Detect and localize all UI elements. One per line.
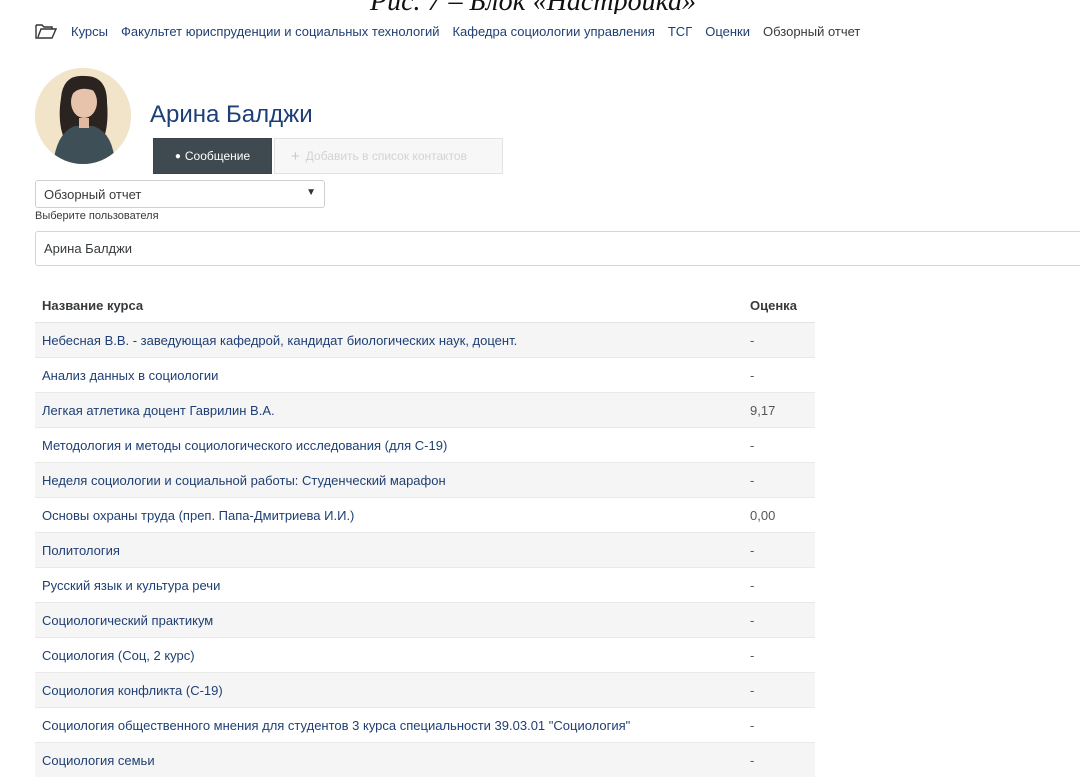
table-row: Социология семьи- (35, 743, 815, 777)
message-button[interactable]: ● Сообщение (153, 138, 272, 174)
table-header-row: Название курса Оценка (35, 288, 815, 323)
add-contact-label: Добавить в список контактов (306, 149, 467, 163)
table-row: Социология общественного мнения для студ… (35, 708, 815, 743)
grade-value: - (743, 428, 815, 463)
course-link[interactable]: Небесная В.В. - заведующая кафедрой, кан… (35, 323, 743, 358)
breadcrumb-current: Обзорный отчет (763, 24, 860, 39)
dropdown-arrow-icon: ▼ (306, 187, 316, 198)
table-row: Политология- (35, 533, 815, 568)
user-select-label: Выберите пользователя (35, 210, 159, 222)
profile-name[interactable]: Арина Балджи (150, 101, 313, 129)
course-link[interactable]: Анализ данных в социологии (35, 358, 743, 393)
table-row: Русский язык и культура речи- (35, 568, 815, 603)
grade-value: - (743, 323, 815, 358)
course-link[interactable]: Социология конфликта (С-19) (35, 673, 743, 708)
grade-value: - (743, 568, 815, 603)
avatar-photo (35, 68, 131, 164)
figure-caption: Рис. 7 – Блок «Настройка» (0, 0, 1080, 14)
grade-value: - (743, 358, 815, 393)
breadcrumb-item-grades[interactable]: Оценки (705, 24, 750, 39)
grade-value: 9,17 (743, 393, 815, 428)
course-link[interactable]: Основы охраны труда (преп. Папа-Дмитриев… (35, 498, 743, 533)
grade-value: - (743, 708, 815, 743)
table-row: Неделя социологии и социальной работы: С… (35, 463, 815, 498)
report-type-value: Обзорный отчет (44, 187, 141, 202)
course-link[interactable]: Политология (35, 533, 743, 568)
breadcrumb-item-department[interactable]: Кафедра социологии управления (452, 24, 654, 39)
breadcrumb-item-courses[interactable]: Курсы (71, 24, 108, 39)
course-link[interactable]: Социологический практикум (35, 603, 743, 638)
table-row: Методология и методы социологического ис… (35, 428, 815, 463)
user-select-field[interactable]: Арина Балджи (35, 231, 1080, 266)
column-header-grade: Оценка (743, 288, 815, 323)
grade-value: - (743, 533, 815, 568)
grade-value: - (743, 463, 815, 498)
column-header-course: Название курса (35, 288, 743, 323)
user-select-value: Арина Балджи (44, 241, 132, 256)
grade-value: - (743, 673, 815, 708)
course-link[interactable]: Социология семьи (35, 743, 743, 777)
course-link[interactable]: Неделя социологии и социальной работы: С… (35, 463, 743, 498)
grades-table: Название курса Оценка Небесная В.В. - за… (35, 288, 815, 777)
plus-icon: + (291, 148, 300, 165)
course-link[interactable]: Легкая атлетика доцент Гаврилин В.А. (35, 393, 743, 428)
course-link[interactable]: Социология (Соц, 2 курс) (35, 638, 743, 673)
table-row: Основы охраны труда (преп. Папа-Дмитриев… (35, 498, 815, 533)
table-row: Социология (Соц, 2 курс)- (35, 638, 815, 673)
course-link[interactable]: Социология общественного мнения для студ… (35, 708, 743, 743)
breadcrumb-item-faculty[interactable]: Факультет юриспруденции и социальных тех… (121, 24, 439, 39)
table-row: Небесная В.В. - заведующая кафедрой, кан… (35, 323, 815, 358)
report-type-select[interactable]: Обзорный отчет ▼ (35, 180, 325, 208)
folder-icon (35, 23, 57, 39)
add-contact-button[interactable]: + Добавить в список контактов (274, 138, 503, 174)
grade-value: - (743, 743, 815, 777)
grade-value: 0,00 (743, 498, 815, 533)
table-row: Социологический практикум- (35, 603, 815, 638)
avatar[interactable] (35, 68, 131, 164)
chat-icon: ● (175, 151, 181, 162)
table-row: Социология конфликта (С-19)- (35, 673, 815, 708)
breadcrumb-item-course[interactable]: ТСГ (668, 24, 692, 39)
table-row: Анализ данных в социологии- (35, 358, 815, 393)
grade-value: - (743, 603, 815, 638)
table-row: Легкая атлетика доцент Гаврилин В.А.9,17 (35, 393, 815, 428)
figure-caption-text: Рис. 7 – Блок «Настройка» (370, 0, 696, 14)
course-link[interactable]: Методология и методы социологического ис… (35, 428, 743, 463)
course-link[interactable]: Русский язык и культура речи (35, 568, 743, 603)
breadcrumb: Курсы Факультет юриспруденции и социальн… (35, 23, 860, 39)
grade-value: - (743, 638, 815, 673)
message-button-label: Сообщение (185, 149, 250, 163)
